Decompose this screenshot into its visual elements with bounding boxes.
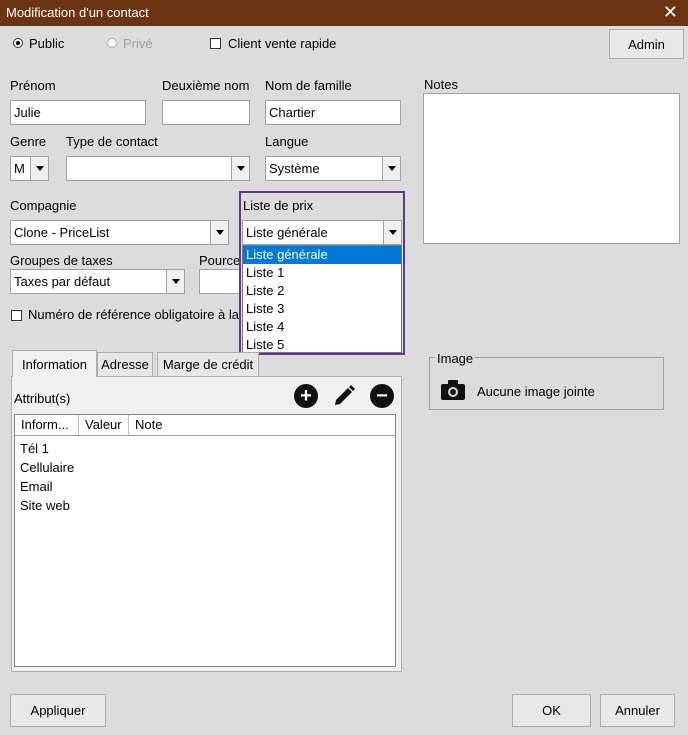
tab-information[interactable]: Information <box>12 350 97 377</box>
add-icon[interactable]: + <box>294 384 318 408</box>
annuler-button[interactable]: Annuler <box>600 694 675 727</box>
table-row[interactable]: Email <box>20 479 53 494</box>
numero-reference-checkbox[interactable] <box>11 310 22 321</box>
numero-reference-label: Numéro de référence obligatoire à la <box>28 307 240 322</box>
compagnie-value: Clone - PriceList <box>14 225 110 240</box>
langue-label: Langue <box>265 134 309 149</box>
nom-famille-input[interactable]: Chartier <box>265 100 401 125</box>
price-list-option[interactable]: Liste générale <box>243 246 401 264</box>
tab-adresse[interactable]: Adresse <box>97 352 153 376</box>
price-list-option[interactable]: Liste 2 <box>243 282 401 300</box>
compagnie-select[interactable]: Clone - PriceList <box>10 220 229 245</box>
genre-label: Genre <box>10 134 47 149</box>
type-contact-select[interactable] <box>66 156 250 181</box>
window-title: Modification d'un contact <box>6 5 149 20</box>
close-icon[interactable]: ✕ <box>663 2 678 23</box>
pource-label: Pource <box>199 253 241 268</box>
groupes-taxes-label: Groupes de taxes <box>10 253 113 268</box>
appliquer-button[interactable]: Appliquer <box>10 694 106 727</box>
compagnie-label: Compagnie <box>10 198 77 213</box>
public-radio[interactable] <box>13 38 23 48</box>
groupes-taxes-select[interactable]: Taxes par défaut <box>10 269 185 294</box>
table-row[interactable]: Tél 1 <box>20 441 49 456</box>
chevron-down-icon[interactable] <box>210 221 228 244</box>
prive-label: Privé <box>123 36 153 51</box>
column-header-note[interactable]: Note <box>129 415 395 435</box>
camera-icon[interactable] <box>440 379 466 401</box>
langue-value: Système <box>269 161 320 176</box>
public-label: Public <box>29 36 65 51</box>
chevron-down-icon[interactable] <box>383 221 401 244</box>
table-row[interactable]: Site web <box>20 498 70 513</box>
price-list-option[interactable]: Liste 1 <box>243 264 401 282</box>
image-label: Image <box>435 351 476 366</box>
price-list-option[interactable]: Liste 4 <box>243 318 401 336</box>
notes-label: Notes <box>424 77 458 92</box>
chevron-down-icon[interactable] <box>231 157 249 180</box>
chevron-down-icon[interactable] <box>166 270 184 293</box>
type-contact-label: Type de contact <box>66 134 158 149</box>
price-list-option[interactable]: Liste 3 <box>243 300 401 318</box>
chevron-down-icon[interactable] <box>30 157 48 180</box>
tab-marge-credit[interactable]: Marge de crédit <box>157 352 259 376</box>
edit-pencil-icon[interactable] <box>331 383 357 409</box>
deuxieme-nom-input[interactable] <box>162 100 250 125</box>
remove-icon[interactable]: − <box>370 384 394 408</box>
prenom-input[interactable]: Julie <box>10 100 146 125</box>
prenom-label: Prénom <box>10 78 56 93</box>
liste-prix-label: Liste de prix <box>243 198 314 213</box>
client-vente-rapide-label: Client vente rapide <box>228 36 337 51</box>
admin-button[interactable]: Admin <box>609 29 684 59</box>
deuxieme-nom-label: Deuxième nom <box>162 78 250 93</box>
price-list-dropdown[interactable]: Liste générale Liste 1 Liste 2 Liste 3 L… <box>242 245 402 353</box>
client-vente-rapide-checkbox[interactable] <box>210 38 221 49</box>
prive-radio[interactable] <box>107 38 117 48</box>
nom-famille-label: Nom de famille <box>265 78 352 93</box>
title-bar: Modification d'un contact ✕ <box>0 0 688 26</box>
groupes-taxes-value: Taxes par défaut <box>14 274 111 289</box>
no-image-text: Aucune image jointe <box>477 384 595 399</box>
column-header-valeur[interactable]: Valeur <box>79 415 129 435</box>
langue-select[interactable]: Système <box>265 156 401 181</box>
ok-button[interactable]: OK <box>512 694 591 727</box>
attributs-label: Attribut(s) <box>14 391 71 406</box>
genre-select[interactable]: M <box>10 156 49 181</box>
attributes-table[interactable]: Inform... Valeur Note Tél 1 Cellulaire E… <box>14 414 396 667</box>
table-header: Inform... Valeur Note <box>15 415 395 436</box>
pource-input[interactable] <box>199 269 241 294</box>
notes-textarea[interactable] <box>423 93 680 244</box>
liste-prix-select[interactable]: Liste générale <box>242 220 402 245</box>
price-list-option[interactable]: Liste 5 <box>243 336 401 354</box>
liste-prix-value: Liste générale <box>246 225 328 240</box>
chevron-down-icon[interactable] <box>382 157 400 180</box>
genre-value: M <box>14 161 25 176</box>
table-row[interactable]: Cellulaire <box>20 460 74 475</box>
column-header-information[interactable]: Inform... <box>15 415 79 435</box>
